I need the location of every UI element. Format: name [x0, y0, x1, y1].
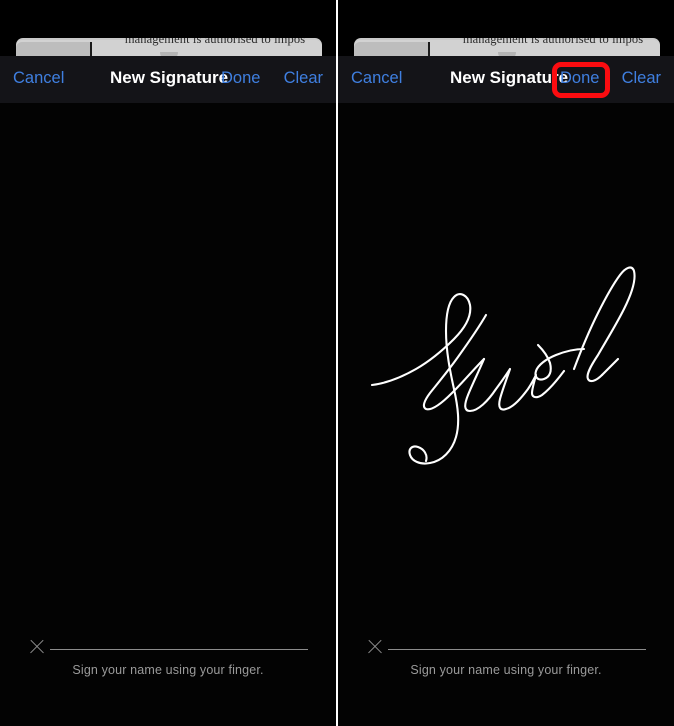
comparison-screens: management is authorised to impos Cancel…: [0, 0, 674, 726]
page-title: New Signature: [450, 68, 569, 87]
signature-canvas[interactable]: Sign your name using your finger.: [338, 103, 674, 726]
signature-toolbar: Cancel New Signature Done Clear: [338, 56, 674, 103]
done-button[interactable]: Done: [560, 70, 599, 87]
cancel-button[interactable]: Cancel: [351, 70, 402, 87]
panel-after: management is authorised to impos Cancel…: [338, 0, 674, 726]
document-behind-peek: management is authorised to impos: [338, 0, 674, 56]
page-title: New Signature: [110, 68, 229, 87]
signature-hint-text: Sign your name using your finger.: [72, 663, 264, 677]
document-sheet: management is authorised to impos: [16, 38, 322, 56]
cancel-button[interactable]: Cancel: [13, 70, 64, 87]
document-sheet-surface: management is authorised to impos: [354, 38, 660, 56]
signature-ink: [368, 233, 644, 483]
document-visible-text: management is authorised to impos: [462, 38, 644, 46]
signature-canvas[interactable]: Sign your name using your finger.: [0, 103, 336, 726]
signature-line: [50, 649, 308, 651]
signature-baseline-row: [338, 635, 674, 661]
panel-before: management is authorised to impos Cancel…: [0, 0, 336, 726]
signature-line: [388, 649, 646, 651]
clear-button[interactable]: Clear: [622, 70, 661, 87]
document-behind-peek: management is authorised to impos: [0, 0, 336, 56]
signature-hint-text: Sign your name using your finger.: [410, 663, 602, 677]
signature-baseline-row: [0, 635, 336, 661]
x-mark-icon: [28, 638, 46, 656]
clear-button[interactable]: Clear: [284, 70, 323, 87]
document-sheet: management is authorised to impos: [354, 38, 660, 56]
document-sheet-surface: management is authorised to impos: [16, 38, 322, 56]
document-visible-text: management is authorised to impos: [124, 38, 306, 46]
signature-toolbar: Cancel New Signature Done Clear: [0, 56, 336, 103]
done-button[interactable]: Done: [221, 70, 260, 87]
x-mark-icon: [366, 638, 384, 656]
